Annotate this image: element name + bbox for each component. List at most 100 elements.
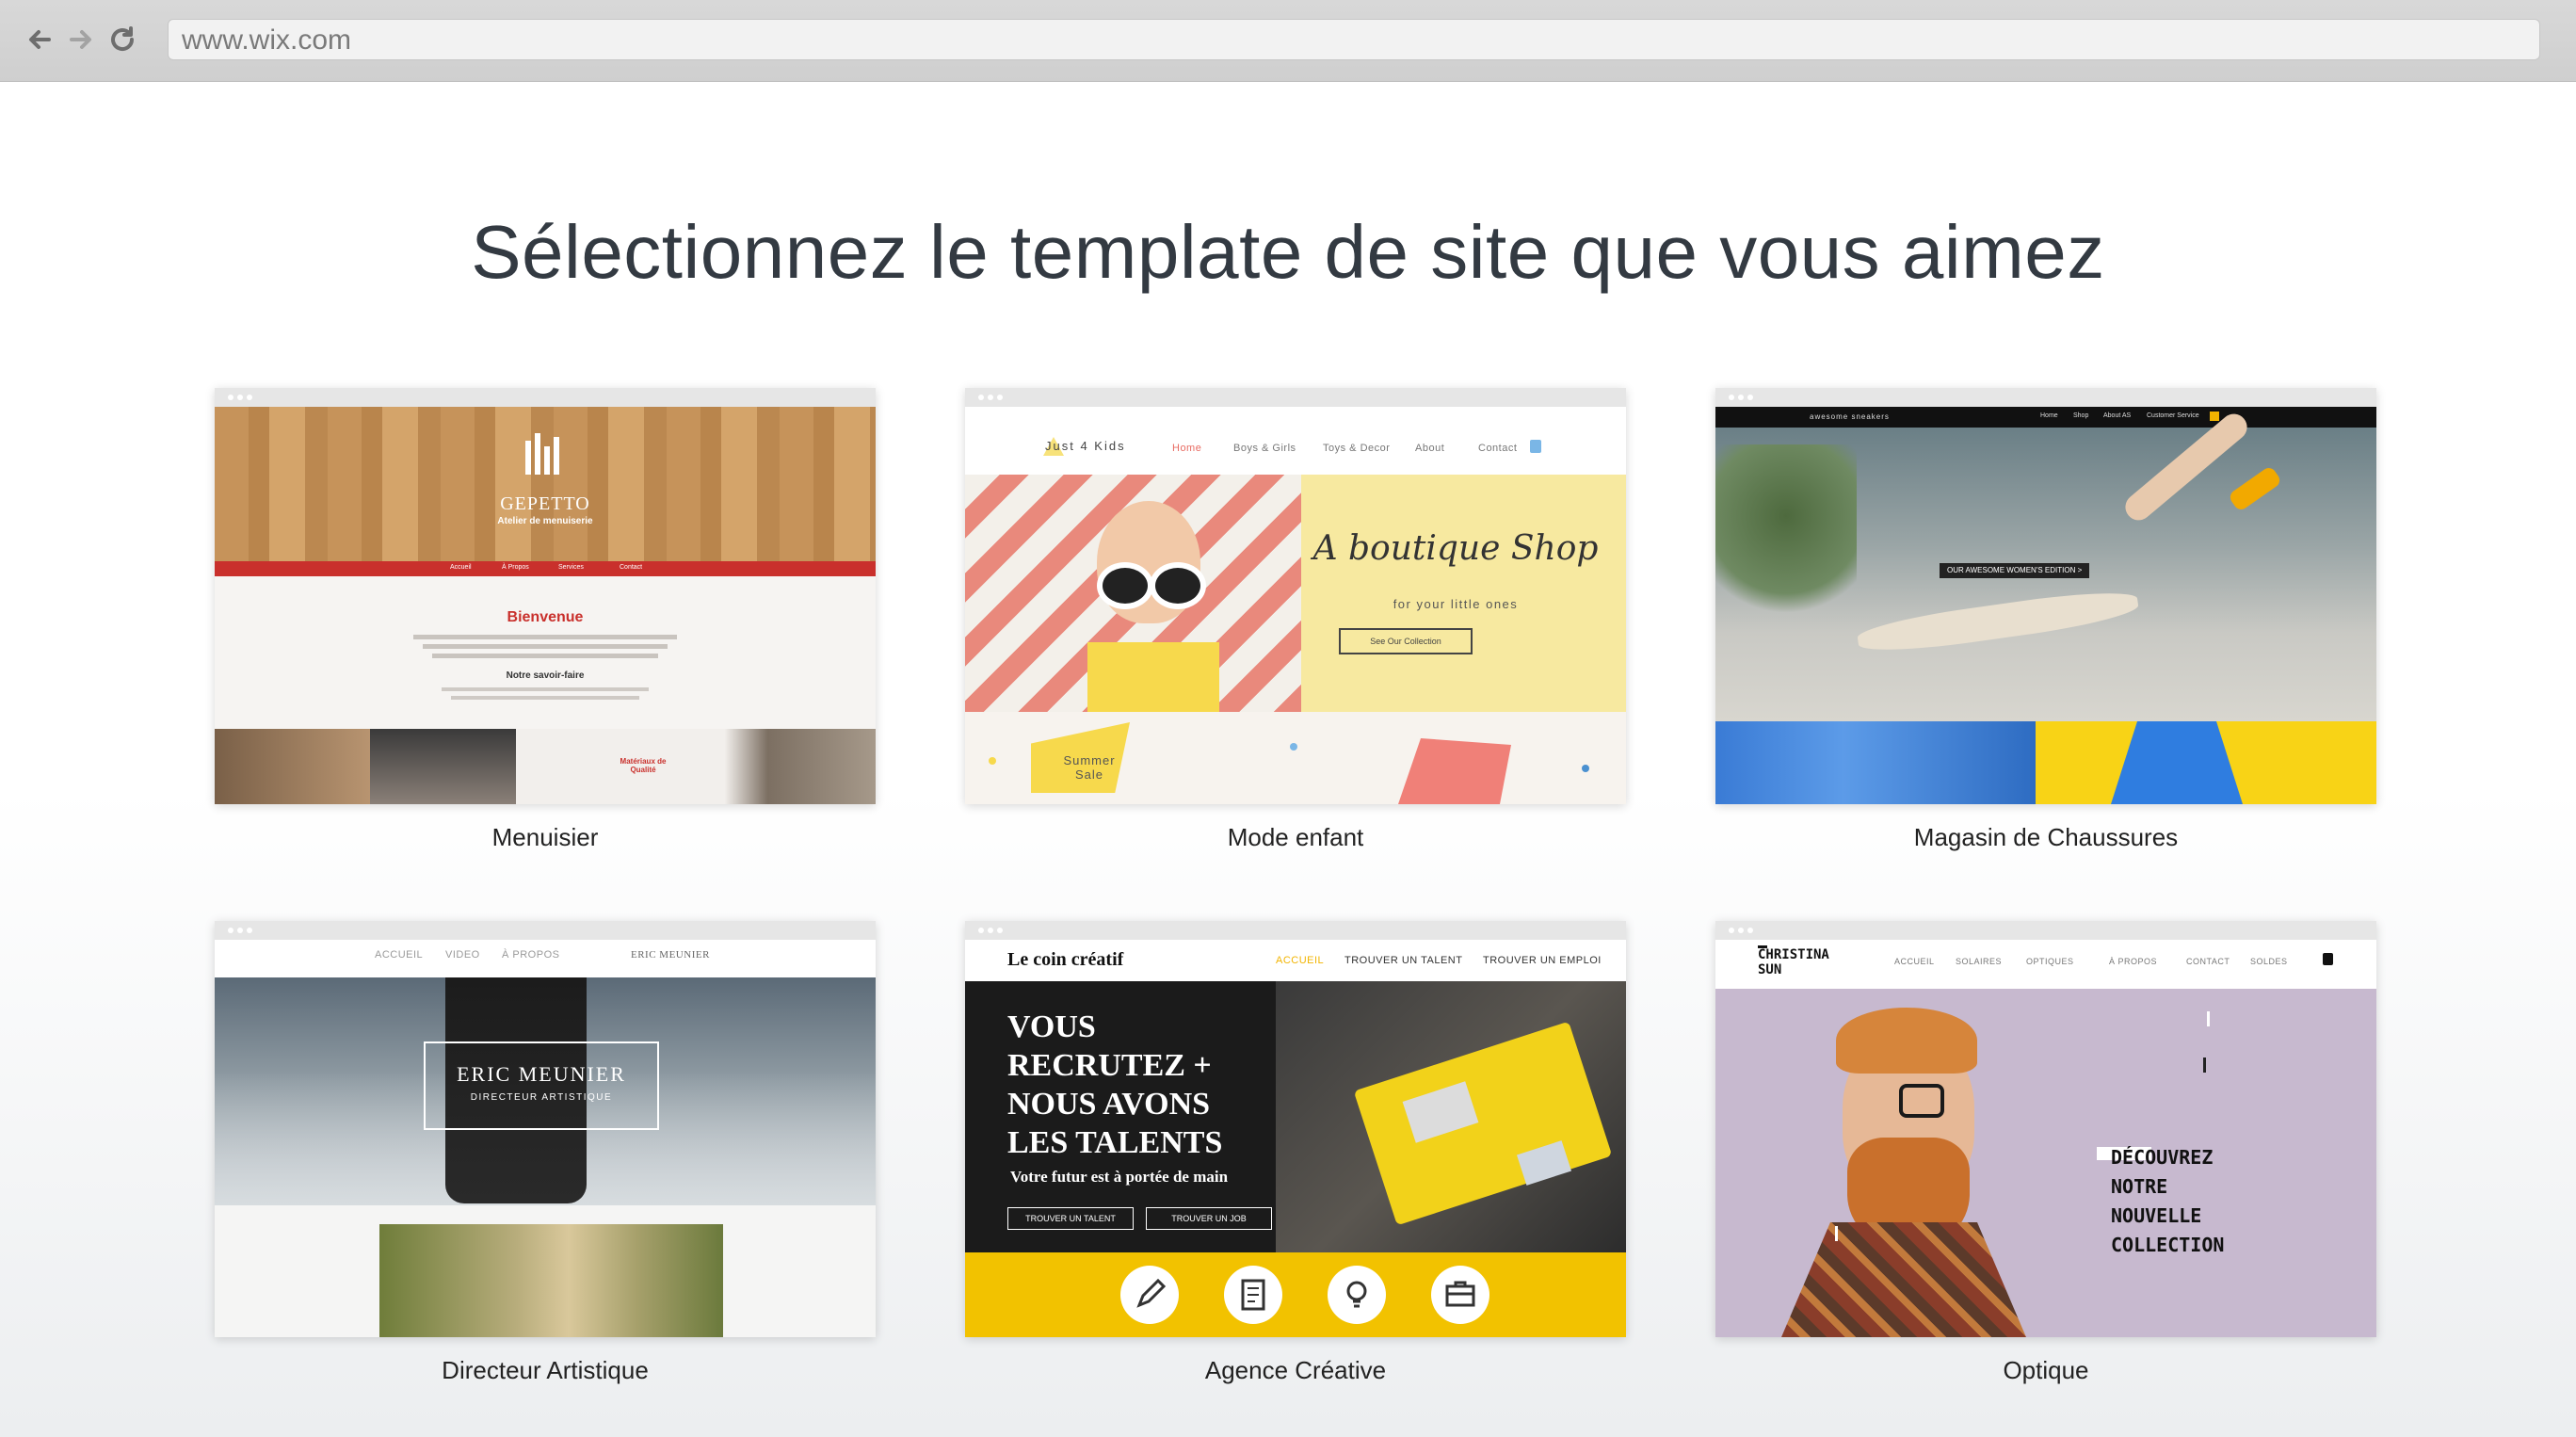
lightbulb-icon[interactable] [1328, 1266, 1386, 1324]
product-photo [1715, 721, 2036, 804]
brand-line: CHRISTINA [1758, 947, 1829, 962]
template-label[interactable]: Directeur Artistique [215, 1356, 876, 1385]
nav-item: Contact [1478, 443, 1518, 454]
template-card-optique[interactable]: CHRISTINA SUN ACCUEIL SOLAIRES OPTIQUES … [1715, 921, 2376, 1385]
nav-item: Services [558, 564, 584, 571]
foliage [1715, 444, 1857, 623]
nav-item: SOLDES [2250, 957, 2288, 966]
nav-item: TROUVER UN TALENT [1344, 955, 1463, 966]
template-preview[interactable]: awesome sneakers Home Shop About AS Cust… [1715, 388, 2376, 804]
headline-line: LES TALENTS [1007, 1125, 1223, 1160]
hero-subline: for your little ones [1393, 597, 1519, 611]
nav-item: OPTIQUES [2026, 957, 2074, 966]
preview-window-bar [965, 921, 1626, 940]
decor-line [2207, 1011, 2210, 1026]
brand-name: Just 4 Kids [1045, 439, 1126, 453]
pencil-icon[interactable] [1120, 1266, 1179, 1324]
briefcase-icon[interactable] [1431, 1266, 1489, 1324]
brand-line: SUN [1758, 962, 1782, 977]
reload-icon[interactable] [104, 21, 141, 58]
nav-item: À PROPOS [2109, 957, 2158, 966]
template-label[interactable]: Magasin de Chaussures [1715, 823, 2376, 852]
cart-icon [2210, 412, 2219, 421]
nav-item: Home [2040, 412, 2058, 419]
nav-item: Boys & Girls [1233, 443, 1296, 454]
portrait-photo [379, 1224, 723, 1337]
page-title: Sélectionnez le template de site que vou… [471, 210, 2105, 294]
template-label[interactable]: Mode enfant [965, 823, 1626, 852]
brand-name: CHRISTINA SUN [1758, 947, 1829, 977]
preview-window-bar [1715, 388, 2376, 407]
nav-item: À Propos [502, 564, 529, 571]
preview-window-bar [215, 921, 876, 940]
headline-line: NOUVELLE [2111, 1204, 2202, 1227]
sunglasses-icon [1097, 562, 1153, 609]
hero-panel [1301, 475, 1626, 712]
nav-bar [215, 561, 876, 576]
template-card-mode-enfant[interactable]: Just 4 Kids Home Boys & Girls Toys & Dec… [965, 388, 1626, 852]
brand-name: Le coin créatif [1007, 949, 1124, 970]
headline-line: COLLECTION [2111, 1234, 2225, 1256]
template-label[interactable]: Optique [1715, 1356, 2376, 1385]
template-card-magasin-chaussures[interactable]: awesome sneakers Home Shop About AS Cust… [1715, 388, 2376, 852]
craftsman-photo [370, 729, 516, 804]
forward-arrow-icon[interactable] [62, 21, 100, 58]
template-preview[interactable]: Le coin créatif ACCUEIL TROUVER UN TALEN… [965, 921, 1626, 1337]
nav-item: Home [1172, 443, 1202, 454]
preview-window-bar [965, 388, 1626, 407]
template-preview[interactable]: CHRISTINA SUN ACCUEIL SOLAIRES OPTIQUES … [1715, 921, 2376, 1337]
hero-headline: DÉCOUVREZ NOTRE NOUVELLE COLLECTION [2111, 1143, 2224, 1260]
yellow-top [1087, 642, 1219, 712]
edition-banner[interactable]: OUR AWESOME WOMEN'S EDITION > [1940, 563, 2090, 578]
nav-item: SOLAIRES [1956, 957, 2003, 966]
template-preview[interactable]: GEPETTO Atelier de menuiserie Accueil À … [215, 388, 876, 804]
headline-line: RECRUTEZ + [1007, 1048, 1212, 1083]
model-hair [1836, 1008, 1977, 1074]
text-line [413, 635, 677, 639]
sunglasses-icon [1150, 562, 1206, 609]
hero-headline: A boutique Shop [1312, 529, 1599, 568]
browser-toolbar: www.wix.com [0, 0, 2576, 82]
hero-headline: VOUS RECRUTEZ + NOUS AVONS LES TALENTS [1007, 1008, 1222, 1162]
workshop-photo [516, 729, 876, 804]
text-line [442, 687, 649, 691]
headline-line: NOTRE [2111, 1175, 2168, 1198]
nav-item: About [1415, 443, 1445, 454]
nav-item: ACCUEIL [1276, 955, 1325, 966]
template-label[interactable]: Menuisier [215, 823, 876, 852]
template-preview[interactable]: ACCUEIL VIDEO À PROPOS ERIC MEUNIER ERIC… [215, 921, 876, 1337]
text-line [423, 644, 668, 649]
brand-tagline: Atelier de menuiserie [497, 516, 593, 526]
nav-item: Accueil [450, 564, 472, 571]
document-icon[interactable] [1224, 1266, 1282, 1324]
template-preview[interactable]: Just 4 Kids Home Boys & Girls Toys & Dec… [965, 388, 1626, 804]
cart-icon [2323, 953, 2333, 965]
nav-item: À PROPOS [502, 949, 560, 961]
nav-item: CONTACT [2186, 957, 2230, 966]
nav-item: ACCUEIL [375, 949, 424, 961]
section-heading: Bienvenue [507, 609, 584, 625]
nav-item: ACCUEIL [1894, 957, 1935, 966]
template-card-agence-creative[interactable]: Le coin créatif ACCUEIL TROUVER UN TALEN… [965, 921, 1626, 1385]
template-label[interactable]: Agence Créative [965, 1356, 1626, 1385]
cart-icon [1530, 440, 1541, 453]
brand-name: ERIC MEUNIER [631, 949, 710, 961]
nav-item: Toys & Decor [1323, 443, 1391, 454]
content-area [215, 576, 876, 729]
find-job-button[interactable]: TROUVER UN JOB [1146, 1207, 1272, 1230]
nav-item: Customer Service [2147, 412, 2199, 419]
text-line [432, 654, 658, 658]
confetti-dot [1582, 765, 1589, 772]
eyeglasses-icon [1899, 1084, 1944, 1118]
back-arrow-icon[interactable] [21, 21, 58, 58]
decor-line [2203, 1058, 2206, 1073]
address-bar[interactable]: www.wix.com [168, 19, 2540, 60]
see-collection-button[interactable]: See Our Collection [1339, 628, 1473, 654]
find-talent-button[interactable]: TROUVER UN TALENT [1007, 1207, 1134, 1230]
template-card-menuisier[interactable]: GEPETTO Atelier de menuiserie Accueil À … [215, 388, 876, 852]
confetti-dot [1290, 743, 1297, 751]
nav-item: Contact [620, 564, 643, 571]
template-card-directeur-artistique[interactable]: ACCUEIL VIDEO À PROPOS ERIC MEUNIER ERIC… [215, 921, 876, 1385]
decor-line [1835, 1226, 1838, 1241]
nav-item: VIDEO [445, 949, 480, 961]
